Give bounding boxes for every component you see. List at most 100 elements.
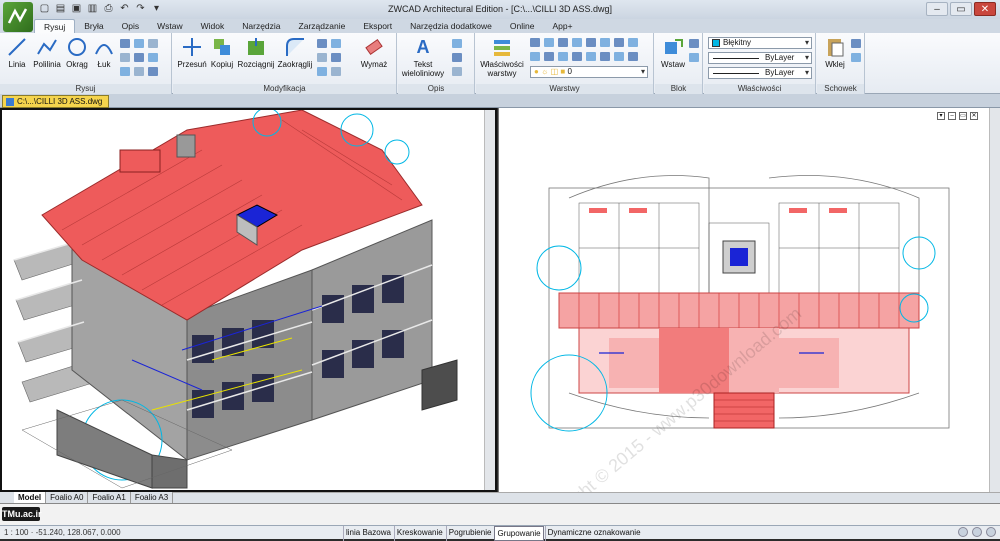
command-line[interactable]: [0, 503, 1000, 525]
paste-button[interactable]: Wklej: [821, 36, 849, 69]
insert-block-button[interactable]: Wstaw: [659, 36, 687, 69]
hatch-icon[interactable]: [148, 39, 158, 48]
polyline-button[interactable]: Polilinia: [32, 36, 62, 69]
tab-wstaw[interactable]: Wstaw: [148, 19, 192, 33]
trim-icon[interactable]: [317, 53, 327, 62]
dimension-icon[interactable]: [452, 39, 462, 48]
tab-online[interactable]: Online: [501, 19, 544, 33]
document-tab[interactable]: C:\...\CILLI 3D ASS.dwg: [2, 95, 110, 108]
edit-block-icon[interactable]: [689, 53, 699, 62]
fillet-button[interactable]: Zaokrąglij: [277, 36, 313, 69]
layer-tool-14-icon[interactable]: [600, 52, 610, 61]
site-watermark-logo: TMu.ac.ir: [2, 507, 42, 521]
viewport-minimize-icon[interactable]: –: [948, 112, 956, 120]
layer-tool-13-icon[interactable]: [586, 52, 596, 61]
arc-button[interactable]: Łuk: [92, 36, 116, 69]
stretch-button[interactable]: Rozciągnij: [237, 36, 275, 69]
paste-label: Wklej: [825, 60, 845, 69]
viewport-plan[interactable]: ▾ – ▭ ✕ Copyright © 2015 - www.p30downlo…: [498, 108, 1000, 492]
layer-tool-10-icon[interactable]: [544, 52, 554, 61]
layer-tool-16-icon[interactable]: [628, 52, 638, 61]
scale-icon[interactable]: [317, 67, 327, 76]
layer-tool-9-icon[interactable]: [530, 52, 540, 61]
layer-tool-8-icon[interactable]: [628, 38, 638, 47]
cut-icon[interactable]: [851, 39, 861, 48]
layout-tab-model[interactable]: Model: [14, 492, 47, 503]
region-icon[interactable]: [148, 53, 158, 62]
array-icon[interactable]: [331, 67, 341, 76]
zwcad-logo-icon[interactable]: [3, 2, 33, 32]
tab-app-plus[interactable]: App+: [543, 19, 581, 33]
mirror-icon[interactable]: [331, 39, 341, 48]
tab-bryla[interactable]: Bryła: [75, 19, 112, 33]
fillet-icon: [284, 36, 306, 58]
create-block-icon[interactable]: [689, 39, 699, 48]
copy-button[interactable]: Kopiuj: [209, 36, 235, 69]
tab-eksport[interactable]: Eksport: [354, 19, 401, 33]
layout-tab-a3[interactable]: Foalio A3: [131, 492, 174, 503]
tab-widok[interactable]: Widok: [192, 19, 234, 33]
layout-tab-a0[interactable]: Foalio A0: [46, 492, 89, 503]
circle-button[interactable]: Okrąg: [64, 36, 90, 69]
layer-tool-12-icon[interactable]: [572, 52, 582, 61]
offset-icon[interactable]: [331, 53, 341, 62]
erase-button[interactable]: Wymaż: [359, 36, 389, 69]
text-icon: A: [416, 37, 430, 57]
layer-tool-11-icon[interactable]: [558, 52, 568, 61]
layer-tool-6-icon[interactable]: [600, 38, 610, 47]
workspace-icon[interactable]: [958, 527, 968, 537]
tab-zarzadzanie[interactable]: Zarządzanie: [290, 19, 355, 33]
layer-tool-5-icon[interactable]: [586, 38, 596, 47]
color-combo[interactable]: Błękitny: [708, 37, 812, 49]
viewport-menu-icon[interactable]: ▾: [937, 112, 945, 120]
tab-rysuj[interactable]: Rysuj: [34, 19, 76, 33]
fillet-label: Zaokrąglij: [277, 60, 313, 69]
polygon-icon[interactable]: [120, 67, 130, 76]
right-viewport-scrollbar[interactable]: [989, 108, 1000, 492]
table-icon[interactable]: [452, 67, 462, 76]
group-wlasciwosci: Błękitny ByLayer ByLayer Właściwości: [704, 33, 816, 94]
ellipse-icon[interactable]: [134, 39, 144, 48]
tab-opis[interactable]: Opis: [113, 19, 148, 33]
copy-clip-icon[interactable]: [851, 53, 861, 62]
layer-tool-3-icon[interactable]: [558, 38, 568, 47]
linetype-value: ByLayer: [765, 53, 795, 62]
layer-properties-button[interactable]: Właściwości warstwy: [478, 36, 526, 78]
multiline-text-button[interactable]: A Tekst wieloliniowy: [400, 36, 446, 78]
layer-combo[interactable]: ● ☼ ◫ ■ 0: [530, 66, 648, 78]
lineweight-combo[interactable]: ByLayer: [708, 67, 812, 79]
move-button[interactable]: Przesuń: [177, 36, 207, 69]
group-rysuj-label: Rysuj: [0, 84, 171, 94]
layout-tabs: Model Foalio A0 Foalio A1 Foalio A3: [0, 492, 174, 503]
wipeout-icon[interactable]: [148, 67, 158, 76]
minimize-button[interactable]: –: [926, 2, 948, 16]
viewport-close-icon[interactable]: ✕: [970, 112, 978, 120]
layer-tool-7-icon[interactable]: [614, 38, 624, 47]
tab-narzedzia[interactable]: Narzędzia: [233, 19, 289, 33]
fullscreen-icon[interactable]: [986, 527, 996, 537]
arc-icon: [93, 36, 115, 58]
group-modyfikacja: Przesuń Kopiuj Rozciągnij Zaokrąglij Wym…: [173, 33, 397, 94]
layer-tool-15-icon[interactable]: [614, 52, 624, 61]
layer-tool-1-icon[interactable]: [530, 38, 540, 47]
line-icon: [6, 36, 28, 58]
point-icon[interactable]: [120, 53, 130, 62]
spline-icon[interactable]: [134, 53, 144, 62]
rotate-icon[interactable]: [317, 39, 327, 48]
maximize-button[interactable]: ▭: [950, 2, 972, 16]
linetype-combo[interactable]: ByLayer: [708, 52, 812, 64]
settings-icon[interactable]: [972, 527, 982, 537]
window-controls: – ▭ ✕: [926, 2, 996, 16]
rectangle-icon[interactable]: [120, 39, 130, 48]
left-viewport-scrollbar[interactable]: [484, 110, 495, 490]
viewport-3d[interactable]: [0, 108, 497, 492]
viewport-maximize-icon[interactable]: ▭: [959, 112, 967, 120]
layer-tool-2-icon[interactable]: [544, 38, 554, 47]
layout-tab-a1[interactable]: Foalio A1: [88, 492, 131, 503]
tab-narzedzia-dodatkowe[interactable]: Narzędzia dodatkowe: [401, 19, 501, 33]
layer-tool-4-icon[interactable]: [572, 38, 582, 47]
close-button[interactable]: ✕: [974, 2, 996, 16]
leader-icon[interactable]: [452, 53, 462, 62]
line-button[interactable]: Linia: [4, 36, 30, 69]
revcloud-icon[interactable]: [134, 67, 144, 76]
